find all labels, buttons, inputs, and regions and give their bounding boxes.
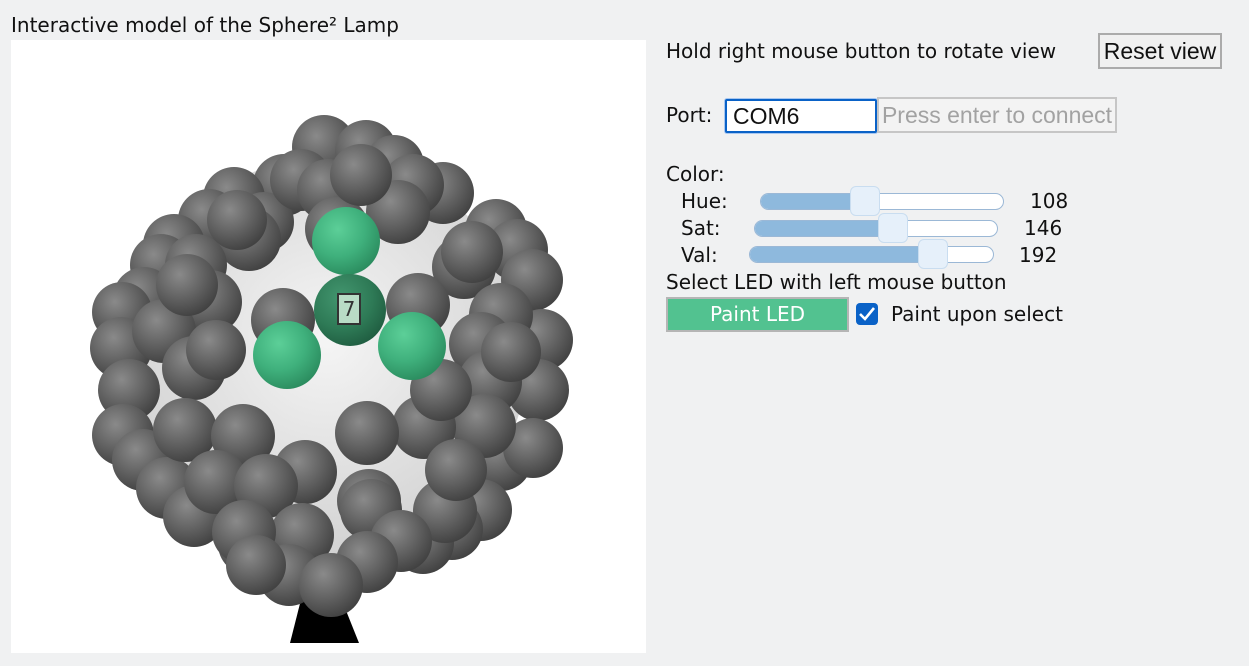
val-slider-fill [750,247,933,262]
hue-label: Hue: [681,189,728,213]
rotate-hint: Hold right mouse button to rotate view [666,39,1057,63]
val-slider-track [749,246,994,263]
led-sphere[interactable] [330,144,392,206]
sat-slider-track [754,220,998,237]
led-sphere[interactable] [156,254,218,316]
led-sphere[interactable] [335,401,399,465]
connect-button[interactable]: Press enter to connect [877,97,1117,133]
hue-slider[interactable] [760,186,1004,216]
sat-slider-fill [755,221,893,236]
port-label: Port: [666,103,713,127]
paint-upon-select-label: Paint upon select [891,302,1063,326]
val-value: 192 [1019,243,1058,267]
color-label: Color: [666,162,725,186]
sat-value: 146 [1024,216,1063,240]
led-sphere[interactable] [441,221,503,283]
sat-slider[interactable] [754,213,998,243]
led-sphere-lit[interactable] [378,312,446,380]
hue-slider-track [760,193,1004,210]
led-sphere[interactable] [186,320,246,380]
led-sphere[interactable] [481,322,541,382]
led-sphere-lit[interactable] [253,321,321,389]
selected-led-label: 7 [337,293,361,325]
val-slider-thumb[interactable] [917,239,948,269]
paint-led-button[interactable]: Paint LED [666,297,849,332]
led-sphere[interactable] [425,439,487,501]
led-sphere[interactable] [299,553,363,617]
select-led-hint: Select LED with left mouse button [666,270,1007,294]
val-label: Val: [681,243,718,267]
led-sphere-lit[interactable] [312,207,380,275]
page-title: Interactive model of the Sphere² Lamp [11,13,399,37]
reset-view-button[interactable]: Reset view [1098,33,1222,69]
hue-slider-thumb[interactable] [849,186,880,216]
sat-slider-thumb[interactable] [878,213,909,243]
hue-value: 108 [1030,189,1069,213]
led-sphere[interactable] [226,535,286,595]
sat-label: Sat: [681,216,721,240]
led-sphere[interactable] [207,190,267,250]
lamp-3d-viewport[interactable]: 7 [11,40,646,653]
port-input[interactable]: COM6 [725,99,877,133]
lamp-scene[interactable] [11,40,646,653]
paint-upon-select-checkbox[interactable] [856,303,878,325]
checkmark-icon [859,307,876,321]
val-slider[interactable] [749,239,994,269]
